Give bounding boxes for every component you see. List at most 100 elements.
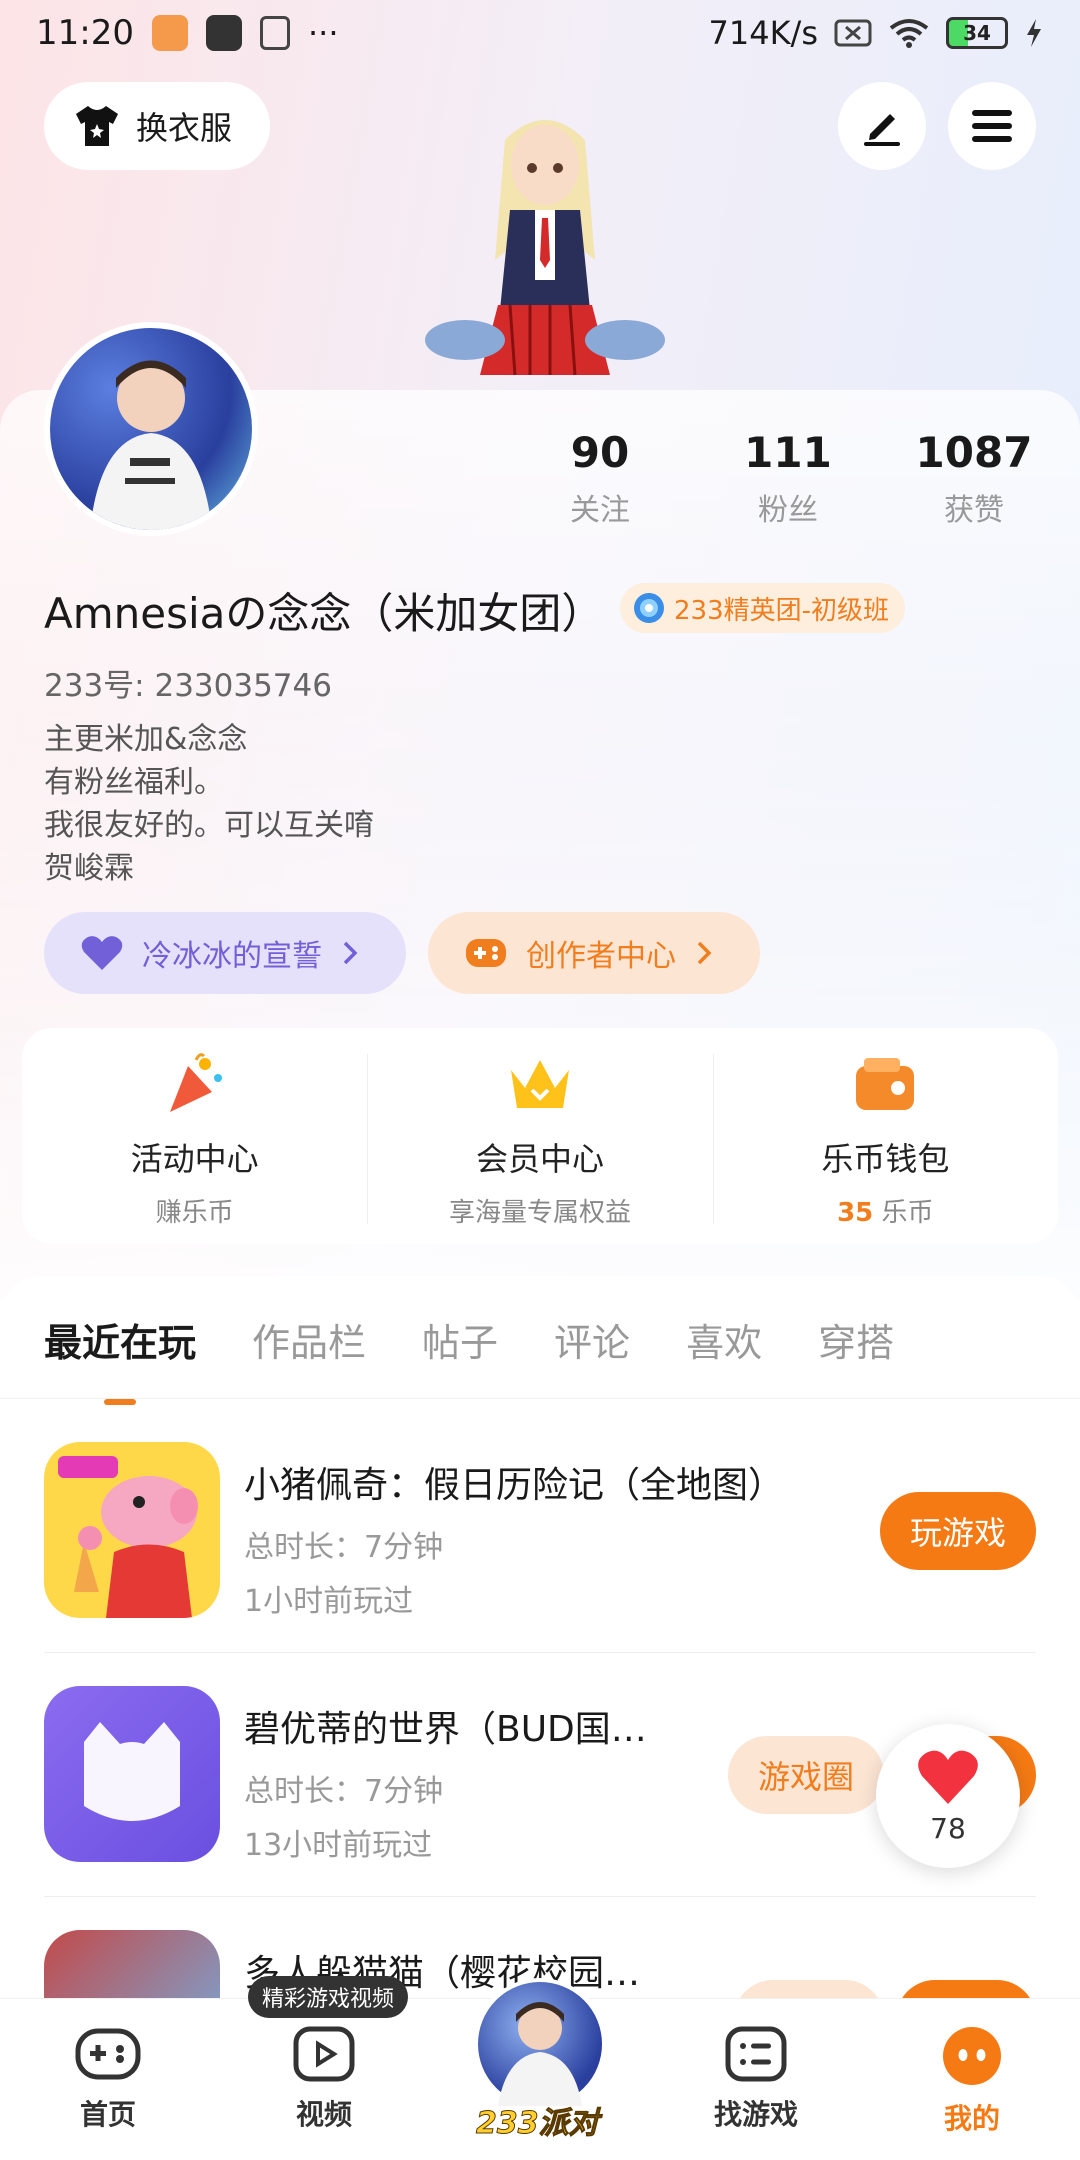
user-id[interactable]: 233号: 233035746	[44, 660, 332, 705]
tab-likes[interactable]: 喜欢	[686, 1312, 762, 1367]
tab-divider	[0, 1398, 1080, 1399]
game-last-played: 13小时前玩过	[244, 1828, 433, 1863]
me-face-icon	[943, 2027, 1001, 2085]
activity-center[interactable]: 活动中心 赚乐币	[22, 1028, 367, 1244]
crown-icon	[510, 1060, 569, 1108]
avatar[interactable]	[44, 322, 258, 536]
change-outfit-label: 换衣服	[136, 109, 233, 147]
party-avatar[interactable]	[474, 1978, 606, 2110]
oath-button[interactable]: 冷冰冰的宣誓	[44, 912, 406, 994]
play-game-button[interactable]: 玩游戏	[879, 1492, 1036, 1570]
nav-me-label: 我的	[943, 2102, 1000, 2135]
network-speed: 714K/s	[708, 14, 818, 52]
gamepad-icon	[466, 939, 506, 967]
game-last-played: 1小时前玩过	[244, 1584, 414, 1619]
rank-badge-label: 233精英团-初级班	[674, 595, 890, 626]
video-tooltip: 精彩游戏视频	[248, 1976, 409, 2018]
list-icon	[725, 2026, 787, 2082]
like-count: 78	[930, 1811, 966, 1845]
likes-stat[interactable]: 1087 获赞	[915, 428, 1033, 529]
creator-center-label: 创作者中心	[526, 939, 676, 974]
likes-label: 获赞	[944, 493, 1004, 528]
chevron-right-icon	[343, 941, 358, 965]
tab-recent-played[interactable]: 最近在玩	[44, 1312, 196, 1405]
wifi-icon	[889, 19, 929, 48]
notification-app-icon	[151, 15, 188, 51]
username: Amnesiaの念念（米加女团）	[44, 589, 604, 638]
game-thumbnail	[44, 1686, 220, 1862]
battery-indicator: 34	[946, 17, 1008, 49]
avatar-photo	[90, 360, 212, 530]
peppa-pig-icon	[58, 1456, 198, 1618]
coin-wallet-subtitle: 35 乐币	[837, 1192, 933, 1229]
status-bar: 11:20 ··· 714K/s 34	[0, 0, 1080, 66]
tab-works[interactable]: 作品栏	[252, 1312, 366, 1367]
game-duration: 总时长：7分钟	[244, 1530, 444, 1565]
like-floating-button[interactable]: 78	[876, 1724, 1020, 1868]
coin-unit: 乐币	[881, 1198, 934, 1228]
coin-wallet-title: 乐币钱包	[821, 1140, 950, 1178]
rank-badge-icon	[634, 593, 664, 623]
nav-video[interactable]: 视频	[216, 1999, 432, 2160]
bio-line: 主更米加&念念	[44, 722, 248, 757]
nav-me[interactable]: 我的	[864, 1999, 1080, 2160]
chevron-right-icon	[697, 941, 712, 965]
game-circle-button[interactable]: 游戏圈	[727, 1736, 884, 1814]
game-title: 小猪佩奇：假日历险记（全地图）	[244, 1465, 785, 1506]
fans-label: 粉丝	[758, 493, 818, 528]
heart-icon	[918, 1750, 978, 1804]
creator-center-button[interactable]: 创作者中心	[428, 912, 760, 994]
fans-count: 111	[744, 428, 832, 477]
activity-center-subtitle: 赚乐币	[155, 1198, 234, 1228]
rank-badge[interactable]: 233精英团-初级班	[620, 583, 906, 633]
pen-icon	[864, 114, 900, 146]
vip-center[interactable]: 会员中心 享海量专属权益	[367, 1028, 712, 1244]
avatar-character[interactable]	[420, 110, 670, 390]
following-label: 关注	[570, 493, 630, 528]
vip-center-title: 会员中心	[475, 1140, 604, 1178]
status-time: 11:20	[36, 13, 134, 53]
following-stat[interactable]: 90 关注	[560, 428, 640, 529]
no-sim-icon	[834, 19, 872, 47]
divider	[44, 1652, 1036, 1653]
party-popper-icon	[169, 1053, 222, 1112]
tab-posts[interactable]: 帖子	[422, 1312, 498, 1367]
services-panel: 活动中心 赚乐币 会员中心 享海量专属权益 乐币钱包 35 乐币	[22, 1028, 1058, 1244]
menu-button[interactable]	[948, 82, 1036, 170]
party-avatar-photo	[498, 2002, 582, 2106]
gamepad-icon	[75, 2028, 141, 2080]
activity-center-title: 活动中心	[130, 1140, 259, 1178]
coin-wallet[interactable]: 乐币钱包 35 乐币	[712, 1028, 1058, 1244]
fans-stat[interactable]: 111 粉丝	[742, 428, 834, 529]
tab-outfits[interactable]: 穿搭	[818, 1312, 894, 1367]
cat-head-icon	[84, 1722, 180, 1821]
game-duration: 总时长：7分钟	[244, 1774, 444, 1809]
nav-find-games-label: 找游戏	[713, 2098, 798, 2131]
bio-line: 我很友好的。可以互关唷	[44, 808, 374, 843]
notification-app-icon	[205, 15, 242, 51]
oath-label: 冷冰冰的宣誓	[142, 939, 322, 974]
nav-home[interactable]: 首页	[0, 1999, 216, 2160]
wallet-icon	[856, 1058, 915, 1110]
list-item[interactable]: 小猪佩奇：假日历险记（全地图） 总时长：7分钟 1小时前玩过 玩游戏	[44, 1442, 1036, 1619]
video-play-icon	[293, 2026, 355, 2082]
game-thumbnail	[44, 1442, 220, 1618]
bio-line: 有粉丝福利。	[44, 765, 224, 800]
tab-comments[interactable]: 评论	[554, 1312, 630, 1367]
menu-icon	[972, 110, 1012, 142]
nav-home-label: 首页	[79, 2098, 136, 2131]
nav-find-games[interactable]: 找游戏	[648, 1999, 864, 2160]
vip-center-subtitle: 享海量专属权益	[448, 1198, 631, 1228]
party-label: 233派对	[476, 2106, 600, 2142]
heart-icon	[81, 936, 123, 970]
edit-profile-button[interactable]	[838, 82, 926, 170]
following-count: 90	[570, 428, 630, 477]
shirt-icon	[76, 106, 118, 146]
bio-line: 贺峻霖	[44, 851, 134, 886]
nav-video-label: 视频	[295, 2098, 352, 2131]
likes-count: 1087	[915, 428, 1033, 477]
more-notifications-icon: ···	[307, 14, 339, 52]
divider	[44, 1896, 1036, 1897]
game-title: 碧优蒂的世界（BUD国…	[244, 1709, 647, 1750]
change-outfit-button[interactable]: 换衣服	[44, 82, 270, 170]
